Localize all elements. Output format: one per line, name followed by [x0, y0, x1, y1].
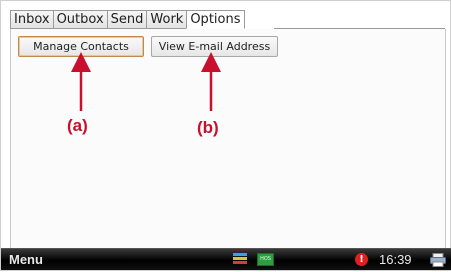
stack-icon[interactable]	[233, 253, 247, 266]
manage-contacts-button[interactable]: Manage Contacts	[18, 36, 144, 57]
tab-options[interactable]: Options	[186, 10, 245, 29]
alert-icon[interactable]: !	[355, 253, 368, 266]
options-panel	[10, 29, 446, 250]
menu-button[interactable]: Menu	[9, 249, 63, 270]
hos-icon[interactable]: HOS	[257, 253, 274, 266]
clock: 16:39	[379, 252, 412, 267]
tab-outbox[interactable]: Outbox	[52, 10, 107, 29]
tab-inbox[interactable]: Inbox	[10, 10, 53, 29]
tab-send[interactable]: Send	[106, 10, 147, 29]
app-window: Inbox Outbox Send Work Options Manage Co…	[0, 0, 451, 271]
printer-icon[interactable]	[430, 253, 446, 267]
callout-a-label: (a)	[67, 116, 88, 135]
view-email-address-button[interactable]: View E-mail Address	[151, 36, 278, 57]
callout-b-label: (b)	[197, 118, 219, 137]
tab-work[interactable]: Work	[146, 10, 187, 29]
taskbar: Menu HOS ! 16:39	[1, 248, 451, 270]
tab-bar: Inbox Outbox Send Work Options	[10, 10, 245, 29]
